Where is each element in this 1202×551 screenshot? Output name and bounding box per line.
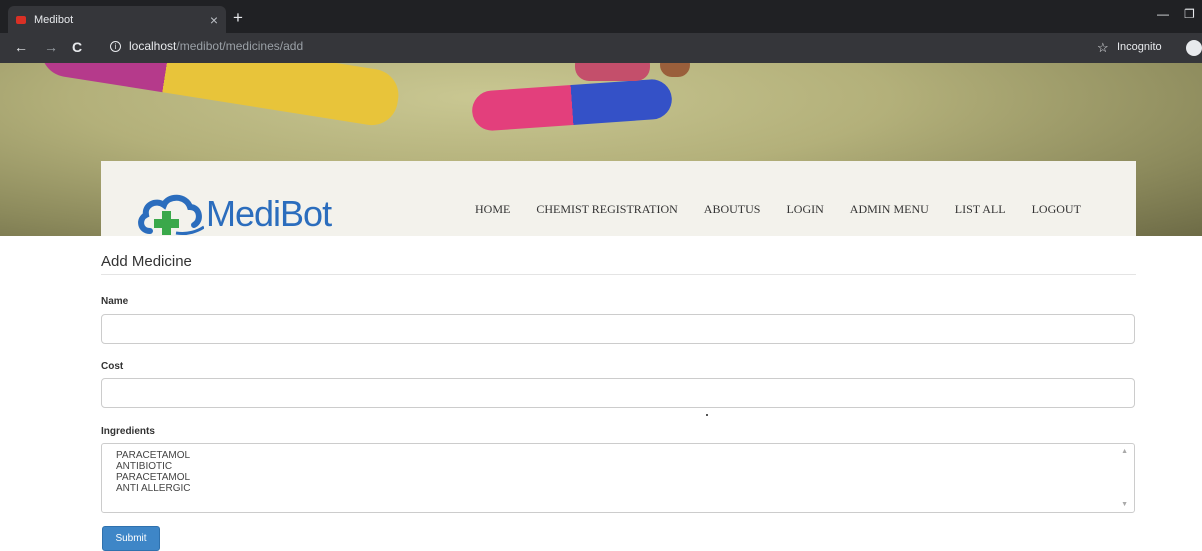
- scroll-up-icon[interactable]: ▲: [1121, 448, 1128, 455]
- capsule-image: [575, 63, 650, 81]
- page-title: Add Medicine: [101, 253, 192, 270]
- new-tab-icon[interactable]: +: [233, 8, 243, 28]
- nav-admin-menu[interactable]: ADMIN MENU: [850, 202, 929, 217]
- cloud-cross-logo-icon: [138, 194, 204, 235]
- url-host: localhost: [129, 39, 177, 53]
- stray-dot: [706, 414, 708, 416]
- medibot-favicon-icon: [16, 15, 26, 24]
- capsule-image: [37, 63, 403, 129]
- main-nav: HOME CHEMIST REGISTRATION ABOUTUS LOGIN …: [475, 202, 1081, 217]
- name-input[interactable]: [101, 314, 1135, 344]
- ingredients-label: Ingredients: [101, 426, 155, 437]
- incognito-label: Incognito: [1117, 41, 1162, 53]
- ingredient-option[interactable]: PARACETAMOL: [116, 472, 1120, 483]
- cost-input[interactable]: [101, 378, 1135, 408]
- title-divider: [101, 274, 1136, 275]
- minimize-icon[interactable]: —: [1157, 7, 1169, 21]
- incognito-icon[interactable]: [1186, 40, 1202, 56]
- scroll-down-icon[interactable]: ▼: [1121, 501, 1128, 508]
- browser-tab[interactable]: Medibot ×: [8, 6, 226, 33]
- nav-aboutus[interactable]: ABOUTUS: [704, 202, 761, 217]
- ingredients-multiselect[interactable]: PARACETAMOL ANTIBIOTIC PARACETAMOL ANTI …: [101, 443, 1135, 513]
- nav-chemist-registration[interactable]: CHEMIST REGISTRATION: [536, 202, 677, 217]
- bookmark-star-icon[interactable]: ☆: [1097, 40, 1109, 56]
- ingredient-option[interactable]: PARACETAMOL: [116, 450, 1120, 461]
- back-icon[interactable]: ←: [14, 39, 28, 55]
- reload-icon[interactable]: C: [72, 39, 82, 55]
- ingredient-option[interactable]: ANTI ALLERGIC: [116, 483, 1120, 494]
- restore-icon[interactable]: ❐: [1184, 7, 1195, 21]
- close-tab-icon[interactable]: ×: [210, 12, 218, 28]
- nav-list-all[interactable]: LIST ALL: [955, 202, 1006, 217]
- site-logo[interactable]: MediBot: [136, 191, 332, 236]
- hero-banner: MediBot HOME CHEMIST REGISTRATION ABOUTU…: [0, 63, 1202, 236]
- browser-toolbar: ← → C i localhost/medibot/medicines/add …: [0, 33, 1202, 63]
- submit-button[interactable]: Submit: [102, 526, 160, 551]
- nav-logout[interactable]: LOGOUT: [1032, 202, 1081, 217]
- name-label: Name: [101, 296, 129, 307]
- site-header: MediBot HOME CHEMIST REGISTRATION ABOUTU…: [101, 161, 1136, 236]
- address-bar[interactable]: i localhost/medibot/medicines/add: [110, 39, 303, 53]
- tab-title: Medibot: [34, 13, 74, 26]
- nav-login[interactable]: LOGIN: [786, 202, 823, 217]
- capsule-image: [470, 78, 674, 132]
- capsule-image: [660, 63, 690, 77]
- cost-label: Cost: [101, 361, 124, 372]
- info-icon[interactable]: i: [110, 40, 121, 52]
- url-path: /medibot/medicines/add: [176, 39, 304, 53]
- browser-tab-bar: Medibot × + — ❐: [0, 0, 1202, 33]
- logo-text: MediBot: [206, 193, 332, 234]
- nav-home[interactable]: HOME: [475, 202, 510, 217]
- forward-icon[interactable]: →: [44, 39, 58, 55]
- ingredient-option[interactable]: ANTIBIOTIC: [116, 461, 1120, 472]
